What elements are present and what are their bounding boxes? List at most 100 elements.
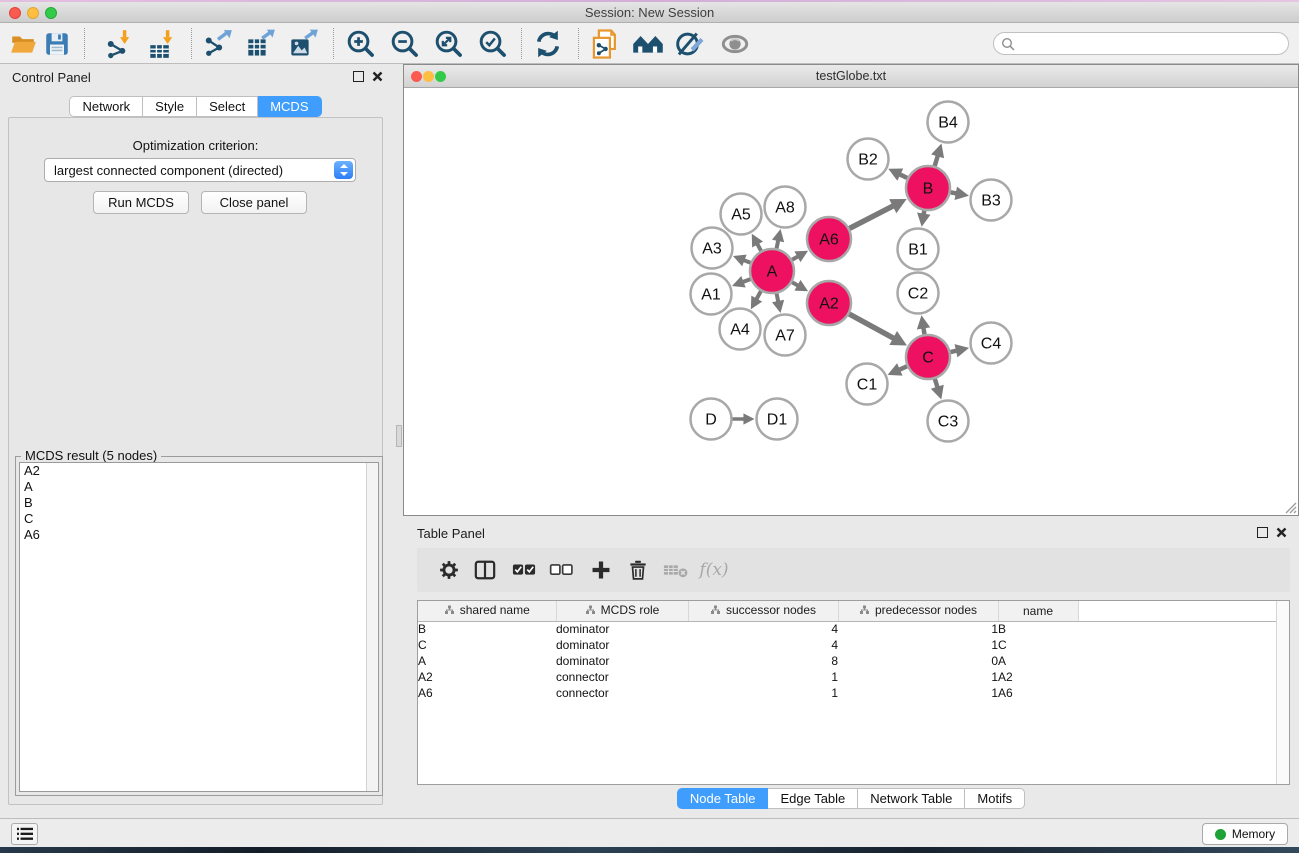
graph-node-D1[interactable]: D1: [757, 399, 798, 440]
result-list-item[interactable]: B: [20, 495, 378, 511]
table-cell[interactable]: dominator: [556, 621, 688, 637]
zoom-in-button[interactable]: [344, 27, 378, 61]
close-panel-icon[interactable]: [372, 71, 383, 82]
edge-C-C2[interactable]: [923, 327, 924, 334]
graph-node-C4[interactable]: C4: [971, 323, 1012, 364]
hide-graphics-details-button[interactable]: [673, 27, 707, 61]
tab-motifs[interactable]: Motifs: [965, 788, 1025, 809]
table-cell[interactable]: A2: [998, 669, 1078, 685]
export-image-button[interactable]: [287, 27, 321, 61]
edge-A-A5[interactable]: [757, 244, 761, 251]
graph-node-C3[interactable]: C3: [928, 401, 969, 442]
table-cell[interactable]: connector: [556, 685, 688, 701]
export-network-button[interactable]: [201, 27, 235, 61]
table-cell[interactable]: 1: [838, 669, 998, 685]
edge-A-A1[interactable]: [743, 279, 751, 282]
optimization-criterion-dropdown[interactable]: largest connected component (directed): [44, 158, 356, 182]
create-column-button[interactable]: [586, 555, 616, 585]
table-cell[interactable]: 4: [688, 637, 838, 653]
column-header-MCDS-role[interactable]: MCDS role: [556, 601, 688, 621]
edge-A-A7[interactable]: [777, 294, 779, 302]
table-cell[interactable]: dominator: [556, 653, 688, 669]
graph-node-A5[interactable]: A5: [721, 194, 762, 235]
list-scrollbar[interactable]: [366, 463, 378, 791]
edge-A-A2[interactable]: [792, 282, 798, 286]
run-mcds-button[interactable]: Run MCDS: [93, 191, 189, 214]
table-cell[interactable]: dominator: [556, 637, 688, 653]
search-field[interactable]: [993, 32, 1289, 55]
edge-A-A4[interactable]: [756, 291, 761, 299]
edge-A2-C[interactable]: [849, 314, 894, 338]
tab-mcds[interactable]: MCDS: [258, 96, 321, 117]
network-close-button[interactable]: [411, 71, 422, 82]
float-panel-icon[interactable]: [353, 71, 364, 82]
show-graphics-details-button[interactable]: [718, 27, 752, 61]
zoom-fit-button[interactable]: [432, 27, 466, 61]
graph-node-B4[interactable]: B4: [928, 102, 969, 143]
table-cell[interactable]: 1: [838, 637, 998, 653]
graph-node-C1[interactable]: C1: [847, 364, 888, 405]
table-cell[interactable]: connector: [556, 669, 688, 685]
table-cell[interactable]: 1: [838, 685, 998, 701]
table-row[interactable]: Cdominator41C: [418, 637, 1278, 653]
tab-network-table[interactable]: Network Table: [858, 788, 965, 809]
edge-A-A3[interactable]: [743, 260, 750, 263]
table-cell[interactable]: A: [998, 653, 1078, 669]
edge-A-A8[interactable]: [777, 240, 779, 248]
edge-C-C1[interactable]: [899, 366, 907, 370]
graph-node-A[interactable]: A: [750, 249, 794, 293]
table-cell[interactable]: 0: [838, 653, 998, 669]
mcds-result-list[interactable]: A2ABCA6: [19, 462, 379, 792]
graph-node-A3[interactable]: A3: [692, 228, 733, 269]
save-session-button[interactable]: [40, 27, 74, 61]
table-cell[interactable]: 4: [688, 621, 838, 637]
table-cell[interactable]: C: [998, 637, 1078, 653]
graph-node-A8[interactable]: A8: [765, 187, 806, 228]
table-row[interactable]: A6connector11A6: [418, 685, 1278, 701]
table-cell[interactable]: B: [998, 621, 1078, 637]
table-cell[interactable]: 1: [838, 621, 998, 637]
table-cell[interactable]: A2: [418, 669, 556, 685]
function-builder-button[interactable]: f(x): [699, 555, 729, 585]
tab-select[interactable]: Select: [197, 96, 258, 117]
graph-node-B3[interactable]: B3: [971, 180, 1012, 221]
table-cell[interactable]: 8: [688, 653, 838, 669]
float-table-panel-icon[interactable]: [1257, 527, 1268, 538]
column-header-predecessor-nodes[interactable]: predecessor nodes: [838, 601, 998, 621]
node-table-grid[interactable]: shared nameMCDS rolesuccessor nodesprede…: [418, 601, 1278, 701]
result-list-item[interactable]: A2: [20, 463, 378, 479]
memory-status-button[interactable]: Memory: [1202, 823, 1288, 845]
show-columns-button[interactable]: [470, 555, 500, 585]
edge-C-C3[interactable]: [935, 379, 938, 388]
graph-node-C[interactable]: C: [906, 335, 950, 379]
splitter-handle[interactable]: [396, 425, 402, 447]
column-header-name[interactable]: name: [998, 601, 1078, 621]
table-row[interactable]: Adominator80A: [418, 653, 1278, 669]
result-list-item[interactable]: A6: [20, 527, 378, 543]
tab-network[interactable]: Network: [69, 96, 143, 117]
table-cell[interactable]: A: [418, 653, 556, 669]
edge-C-C4[interactable]: [950, 351, 957, 352]
search-input[interactable]: [1018, 34, 1278, 53]
tab-edge-table[interactable]: Edge Table: [768, 788, 858, 809]
table-cell[interactable]: A6: [998, 685, 1078, 701]
tab-style[interactable]: Style: [143, 96, 197, 117]
table-cell[interactable]: 1: [688, 685, 838, 701]
import-network-button[interactable]: [103, 27, 137, 61]
table-settings-button[interactable]: [434, 555, 464, 585]
result-list-item[interactable]: A: [20, 479, 378, 495]
edge-A-A6[interactable]: [792, 256, 798, 260]
refresh-button[interactable]: [531, 27, 565, 61]
graph-node-B[interactable]: B: [906, 166, 950, 210]
graph-node-A7[interactable]: A7: [765, 315, 806, 356]
cybrowser-home-button[interactable]: [631, 27, 665, 61]
tab-node-table[interactable]: Node Table: [677, 788, 769, 809]
close-table-panel-icon[interactable]: [1276, 527, 1287, 538]
import-table-button[interactable]: [146, 27, 180, 61]
table-cell[interactable]: A6: [418, 685, 556, 701]
graph-node-B1[interactable]: B1: [898, 229, 939, 270]
graph-node-A6[interactable]: A6: [807, 217, 851, 261]
column-header-successor-nodes[interactable]: successor nodes: [688, 601, 838, 621]
graph-node-B2[interactable]: B2: [848, 139, 889, 180]
table-row[interactable]: A2connector11A2: [418, 669, 1278, 685]
